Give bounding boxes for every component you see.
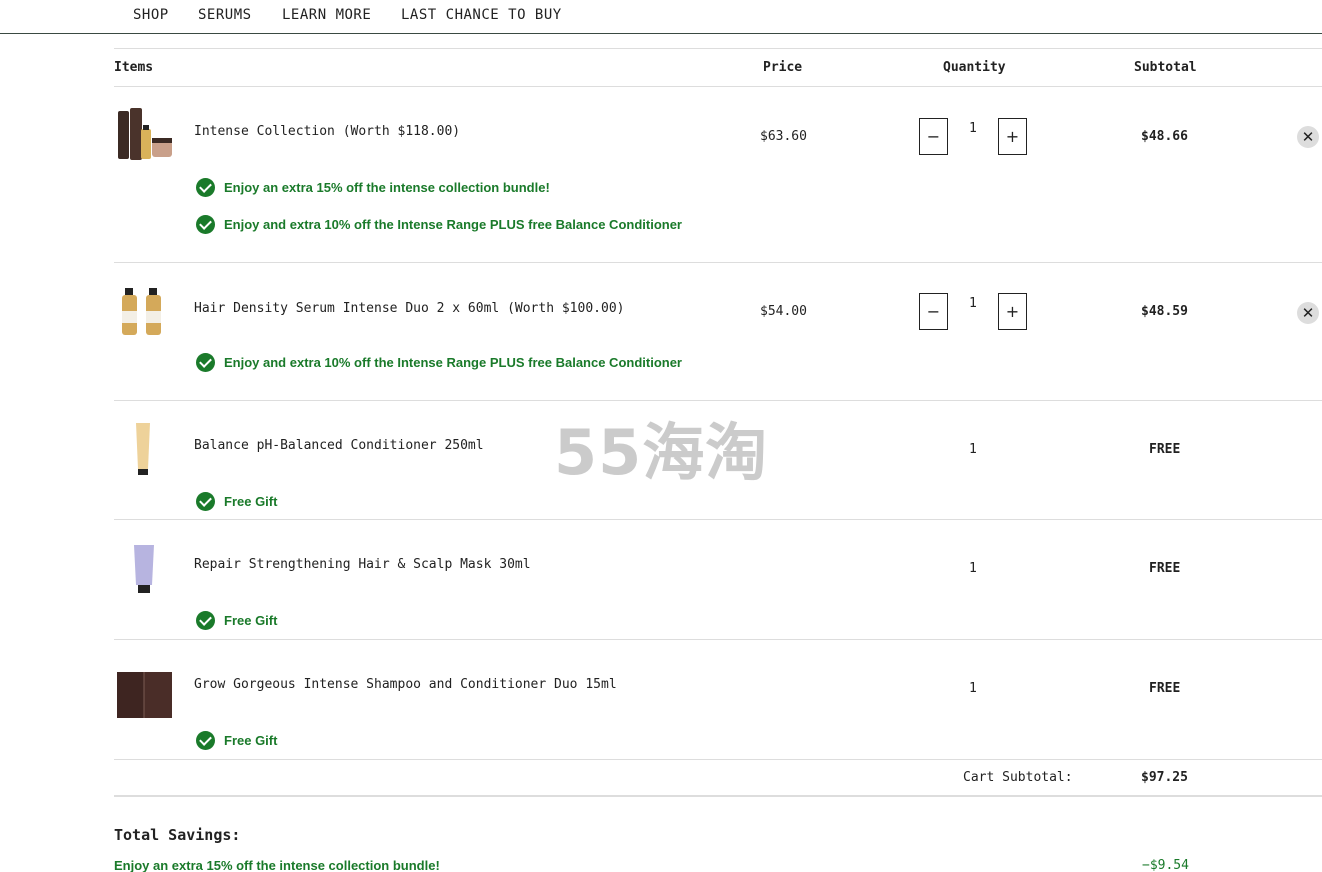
cart-header: Items Price Quantity Subtotal <box>114 48 1322 87</box>
quantity-decrease-button[interactable]: − <box>919 118 948 155</box>
nav-shop[interactable]: SHOP <box>133 7 169 23</box>
quantity-value[interactable]: 1 <box>969 121 977 136</box>
product-name[interactable]: Balance pH-Balanced Conditioner 250ml <box>194 438 484 453</box>
header-quantity: Quantity <box>943 60 1006 75</box>
cart-subtotal-row: Cart Subtotal: $97.25 <box>114 759 1322 797</box>
line-subtotal: $48.66 <box>1141 129 1188 144</box>
quantity-value: 1 <box>969 561 977 576</box>
product-name[interactable]: Grow Gorgeous Intense Shampoo and Condit… <box>194 677 617 692</box>
header-price: Price <box>763 60 803 75</box>
product-price: $54.00 <box>760 304 807 319</box>
quantity-increase-button[interactable]: + <box>998 293 1027 330</box>
remove-item-button[interactable]: ✕ <box>1297 126 1319 148</box>
cart-subtotal-label: Cart Subtotal: <box>963 770 1073 785</box>
line-subtotal: FREE <box>1149 442 1181 457</box>
promo-message: Enjoy an extra 15% off the intense colle… <box>196 177 550 197</box>
header-items: Items <box>114 60 154 75</box>
promo-message: Enjoy and extra 10% off the Intense Rang… <box>196 352 682 372</box>
watermark-logo: 55海淘 <box>554 416 769 489</box>
product-image-repair-mask <box>134 545 154 593</box>
line-subtotal: FREE <box>1149 681 1181 696</box>
promo-message: Free Gift <box>196 610 277 630</box>
check-icon <box>196 177 215 197</box>
quantity-value[interactable]: 1 <box>969 296 977 311</box>
promo-message: Free Gift <box>196 491 277 511</box>
product-image-shampoo-conditioner-duo <box>117 672 172 718</box>
product-image-intense-collection <box>118 108 172 160</box>
quantity-increase-button[interactable]: + <box>998 118 1027 155</box>
promo-message: Free Gift <box>196 730 277 750</box>
header-subtotal: Subtotal <box>1134 60 1197 75</box>
cart-row-repair-mask: Repair Strengthening Hair & Scalp Mask 3… <box>114 520 1322 640</box>
cart-row-density-serum-duo: Hair Density Serum Intense Duo 2 x 60ml … <box>114 263 1322 401</box>
product-image-density-serum-duo <box>122 288 161 335</box>
top-nav: SHOP SERUMS LEARN MORE LAST CHANCE TO BU… <box>0 0 1322 34</box>
quantity-value: 1 <box>969 681 977 696</box>
promo-message: Enjoy and extra 10% off the Intense Rang… <box>196 214 682 234</box>
check-icon <box>196 214 215 234</box>
line-subtotal: FREE <box>1149 561 1181 576</box>
check-icon <box>196 730 215 750</box>
check-icon <box>196 610 215 630</box>
product-name[interactable]: Repair Strengthening Hair & Scalp Mask 3… <box>194 557 531 572</box>
total-savings-title: Total Savings: <box>114 826 241 844</box>
remove-item-button[interactable]: ✕ <box>1297 302 1319 324</box>
savings-line-label: Enjoy an extra 15% off the intense colle… <box>114 858 440 872</box>
product-price: $63.60 <box>760 129 807 144</box>
cart-subtotal-value: $97.25 <box>1141 770 1188 785</box>
product-name[interactable]: Hair Density Serum Intense Duo 2 x 60ml … <box>194 301 624 316</box>
quantity-value: 1 <box>969 442 977 457</box>
check-icon <box>196 352 215 372</box>
savings-line-value: −$9.54 <box>1142 858 1189 872</box>
nav-learn-more[interactable]: LEARN MORE <box>282 7 371 23</box>
cart-row-intense-collection: Intense Collection (Worth $118.00) $63.6… <box>114 87 1322 263</box>
check-icon <box>196 491 215 511</box>
quantity-decrease-button[interactable]: − <box>919 293 948 330</box>
nav-last-chance[interactable]: LAST CHANCE TO BUY <box>401 7 562 23</box>
product-image-balance-conditioner <box>136 423 150 475</box>
product-name[interactable]: Intense Collection (Worth $118.00) <box>194 124 460 139</box>
cart-row-shampoo-conditioner-duo: Grow Gorgeous Intense Shampoo and Condit… <box>114 640 1322 760</box>
line-subtotal: $48.59 <box>1141 304 1188 319</box>
nav-serums[interactable]: SERUMS <box>198 7 252 23</box>
